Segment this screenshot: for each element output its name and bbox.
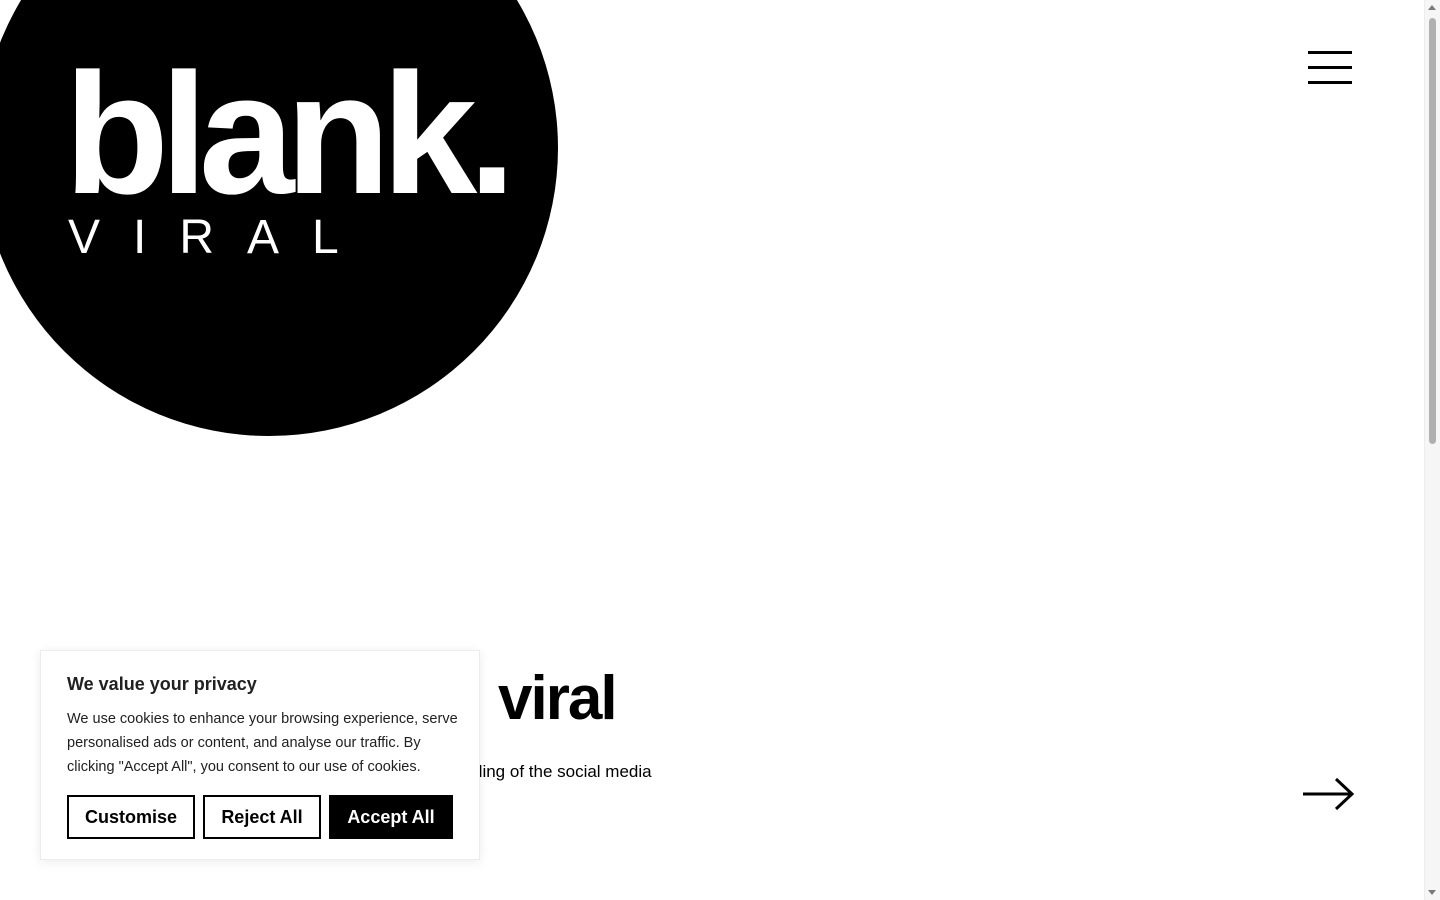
cookie-consent-banner: We value your privacy We use cookies to … [40,650,480,860]
logo-wordmark: blank. [64,38,516,230]
customise-button[interactable]: Customise [67,795,195,839]
scroll-down-icon[interactable] [1428,890,1436,895]
reject-all-button[interactable]: Reject All [203,795,321,839]
hamburger-menu-icon [1308,51,1352,54]
scroll-up-icon[interactable] [1428,5,1436,10]
next-arrow-button[interactable] [1300,774,1356,814]
vertical-scrollbar[interactable] [1424,0,1440,900]
page: blank. VIRAL viral ding of the social me… [0,0,1440,900]
accept-all-button[interactable]: Accept All [329,795,453,839]
hero-title-text: viral [498,664,618,733]
cookie-banner-title: We value your privacy [67,674,257,694]
hero-description-text: ding of the social media [473,762,652,781]
logo-subtitle: VIRAL [68,211,372,264]
hamburger-menu-icon [1308,66,1352,69]
scrollbar-thumb[interactable] [1429,18,1436,444]
hamburger-menu-icon [1308,81,1352,84]
arrow-right-icon [1303,777,1355,811]
cookie-banner-text: We use cookies to enhance your browsing … [67,711,458,775]
menu-button[interactable] [1306,50,1354,86]
